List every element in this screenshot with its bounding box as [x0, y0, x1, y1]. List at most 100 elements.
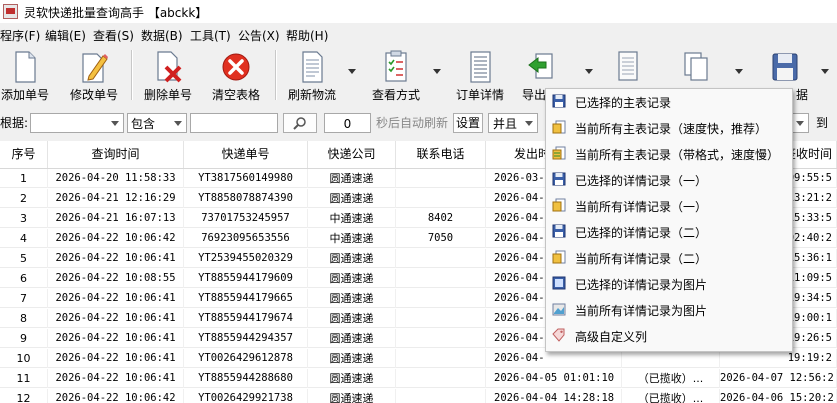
table-cell-no: 8 [0, 309, 48, 328]
export-menu-item[interactable]: 高级自定义列 [546, 323, 792, 348]
menu-notice[interactable]: 公告(X) [238, 27, 280, 44]
table-row[interactable]: 11 2026-04-22 10:06:41 YT8855944288680 圆通速递… [0, 369, 837, 388]
column-header-phone[interactable]: 联系电话 [396, 141, 486, 168]
table-row[interactable]: 12 2026-04-22 10:06:42 YT0026429921738 圆通速递… [0, 389, 837, 403]
export-dropdown-menu: 已选择的主表记录 当前所有主表记录（速度快，推荐） 当前所有主表记录（带格式，速度慢… [545, 88, 793, 352]
tag-icon [552, 328, 566, 342]
chevron-down-icon [796, 121, 804, 126]
export-menu-item[interactable]: 已选择的详情记录（一） [546, 167, 792, 192]
save-label: 据 [796, 88, 809, 102]
table-cell-phone [396, 349, 486, 368]
table-cell-company: 圆通速递 [308, 349, 396, 368]
view-mode-button[interactable]: 查看方式 [368, 48, 424, 104]
filter-match-value: 包含 [131, 117, 156, 131]
table-cell-time: 2026-04-21 12:16:29 [48, 189, 184, 208]
search-button[interactable] [283, 113, 317, 133]
export-menu-item[interactable]: 当前所有详情记录（二） [546, 245, 792, 270]
table-cell-tracking: 73701753245957 [184, 209, 308, 228]
menu-view[interactable]: 查看(S) [93, 27, 134, 44]
table-cell-tracking: YT8855944288680 [184, 369, 308, 388]
export-format-icon [552, 146, 566, 160]
add-tracking-button[interactable]: 添加单号 [0, 48, 50, 104]
refresh-logistics-label: 刷新物流 [287, 88, 336, 102]
table-cell-company: 圆通速递 [308, 329, 396, 348]
table-cell-sign: 2026-04-07 12:56:2 [720, 369, 837, 388]
table-cell-phone [396, 189, 486, 208]
export-menu-item[interactable]: 当前所有详情记录为图片 [546, 297, 792, 322]
export-menu-item[interactable]: 已选择的详情记录为图片 [546, 271, 792, 296]
column-header-no[interactable]: 序号 [0, 141, 48, 168]
table-cell-tracking: YT8855944179609 [184, 269, 308, 288]
export-dropdown-arrow[interactable] [585, 69, 593, 74]
settings-button[interactable]: 设置 [453, 113, 483, 133]
menu-edit[interactable]: 编辑(E) [45, 27, 86, 44]
delete-document-icon [157, 51, 182, 83]
chevron-down-icon [174, 121, 182, 126]
table-cell-no: 9 [0, 329, 48, 348]
table-cell-tracking: YT8858078874390 [184, 189, 308, 208]
delete-tracking-label: 删除单号 [143, 88, 192, 102]
table-cell-phone [396, 329, 486, 348]
refresh-logistics-button[interactable]: 刷新物流 [284, 48, 340, 104]
table-cell-phone [396, 389, 486, 403]
auto-refresh-seconds-input[interactable]: 0 [324, 113, 371, 133]
table-cell-phone [396, 169, 486, 188]
delete-tracking-button[interactable]: 删除单号 [140, 48, 196, 104]
export-image-icon [552, 302, 566, 316]
menu-program[interactable]: 程序(F) [0, 27, 40, 44]
export-menu-item[interactable]: 已选择的主表记录 [546, 89, 792, 114]
table-cell-company: 圆通速递 [308, 169, 396, 188]
table-cell-no: 1 [0, 169, 48, 188]
refresh-dropdown-arrow[interactable] [348, 69, 356, 74]
table-cell-no: 7 [0, 289, 48, 308]
filter-keyword-input[interactable] [190, 113, 278, 133]
toolbar-separator [275, 50, 277, 100]
order-detail-button[interactable]: 订单详情 [452, 48, 508, 104]
menu-help[interactable]: 帮助(H) [286, 27, 328, 44]
table-cell-tracking: YT2539455020329 [184, 249, 308, 268]
table-cell-status: （已揽收）... [622, 389, 720, 403]
column-header-time[interactable]: 查询时间 [48, 141, 184, 168]
export-menu-item[interactable]: 当前所有主表记录（速度快，推荐） [546, 115, 792, 140]
export-menu-item-label: 当前所有主表记录（带格式，速度慢） [575, 148, 780, 162]
save-image-icon [552, 276, 566, 290]
filter-match-select[interactable]: 包含 [127, 113, 187, 133]
export-menu-item-label: 已选择的详情记录（一） [575, 174, 708, 188]
table-cell-phone [396, 289, 486, 308]
export-icon [528, 53, 553, 79]
search-icon [293, 117, 306, 130]
table-cell-company: 圆通速递 [308, 269, 396, 288]
table-cell-phone: 7050 [396, 229, 486, 248]
toolbar-separator [131, 50, 133, 100]
copy-dropdown-arrow[interactable] [735, 69, 743, 74]
filter-logic-select[interactable]: 并且 [488, 113, 538, 133]
table-cell-no: 10 [0, 349, 48, 368]
table-cell-no: 5 [0, 249, 48, 268]
table-cell-tracking: YT8855944179674 [184, 309, 308, 328]
table-cell-company: 圆通速递 [308, 389, 396, 403]
clear-table-button[interactable]: 清空表格 [207, 48, 265, 104]
table-cell-phone [396, 369, 486, 388]
column-header-company[interactable]: 快递公司 [308, 141, 396, 168]
view-mode-dropdown-arrow[interactable] [433, 69, 441, 74]
save-dropdown-arrow[interactable] [821, 69, 829, 74]
filter-field-select[interactable] [30, 113, 124, 133]
save-disk-icon [552, 172, 566, 186]
export-menu-item[interactable]: 当前所有主表记录（带格式，速度慢） [546, 141, 792, 166]
order-detail-label: 订单详情 [455, 88, 504, 102]
table-cell-company: 中通速递 [308, 209, 396, 228]
edit-tracking-button[interactable]: 修改单号 [66, 48, 122, 104]
table-cell-tracking: 76923095653556 [184, 229, 308, 248]
table-cell-time: 2026-04-22 10:08:55 [48, 269, 184, 288]
auto-refresh-seconds-value: 0 [343, 117, 352, 131]
table-cell-no: 6 [0, 269, 48, 288]
view-mode-icon [385, 50, 407, 82]
menu-tools[interactable]: 工具(T) [190, 27, 231, 44]
filter-range-select[interactable] [791, 113, 809, 133]
export-menu-item[interactable]: 当前所有详情记录（一） [546, 193, 792, 218]
refresh-icon [302, 51, 323, 83]
table-cell-time: 2026-04-20 11:58:33 [48, 169, 184, 188]
menu-data[interactable]: 数据(B) [141, 27, 183, 44]
export-menu-item[interactable]: 已选择的详情记录（二） [546, 219, 792, 244]
column-header-tracking[interactable]: 快递单号 [184, 141, 308, 168]
